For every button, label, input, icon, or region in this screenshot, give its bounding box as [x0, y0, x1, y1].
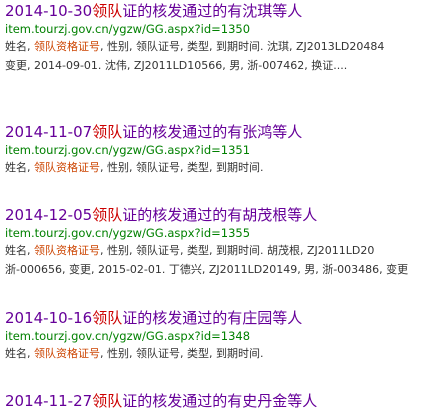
result-title-link[interactable]: 2014-11-27领队证的核发通过的有史丹金等人 [5, 391, 317, 411]
result-snippet: 姓名, 领队资格证号, 性别, 领队证号, 类型, 到期时间. [5, 344, 434, 363]
snippet-highlight: 领队资格证号 [34, 161, 100, 174]
snippet-line: 姓名, 领队资格证号, 性别, 领队证号, 类型, 到期时间. 胡茂根, ZJ2… [5, 241, 434, 260]
snippet-text: 姓名, [5, 40, 34, 53]
snippet-text: 姓名, [5, 244, 34, 257]
search-result: 2014-12-05领队证的核发通过的有胡茂根等人 item.tourzj.go… [5, 205, 434, 279]
result-title-link[interactable]: 2014-12-05领队证的核发通过的有胡茂根等人 [5, 205, 434, 225]
result-title-date[interactable]: 2014-12-05 [5, 206, 92, 224]
snippet-highlight: 领队资格证号 [34, 40, 100, 53]
result-title-link[interactable]: 2014-11-07领队证的核发通过的有张鸿等人 [5, 122, 434, 142]
search-result: 2014-11-27领队证的核发通过的有史丹金等人 [5, 391, 317, 411]
result-title-text[interactable]: 证的核发通过的有庄园等人 [122, 309, 302, 327]
result-title-link[interactable]: 2014-10-16领队证的核发通过的有庄园等人 [5, 308, 434, 328]
snippet-highlight: 领队资格证号 [34, 244, 100, 257]
snippet-highlight: 领队资格证号 [34, 347, 100, 360]
result-url[interactable]: item.tourzj.gov.cn/ygzw/GG.aspx?id=1348 [5, 328, 434, 344]
search-result: 2014-10-30领队证的核发通过的有沈琪等人 item.tourzj.gov… [5, 1, 434, 75]
snippet-line: 变更, 2014-09-01. 沈伟, ZJ2011LD10566, 男, 浙-… [5, 59, 348, 72]
result-url[interactable]: item.tourzj.gov.cn/ygzw/GG.aspx?id=1350 [5, 21, 434, 37]
result-title-link[interactable]: 2014-10-30领队证的核发通过的有沈琪等人 [5, 1, 434, 21]
result-url[interactable]: item.tourzj.gov.cn/ygzw/GG.aspx?id=1355 [5, 225, 434, 241]
snippet-text: 姓名, [5, 347, 34, 360]
snippet-line: 浙-000656, 变更, 2015-02-01. 丁德兴, ZJ2011LD2… [5, 263, 409, 276]
result-title-text[interactable]: 证的核发通过的有张鸿等人 [122, 123, 302, 141]
result-title-highlight[interactable]: 领队 [92, 206, 122, 224]
result-title-date[interactable]: 2014-10-16 [5, 309, 92, 327]
snippet-text: , 性别, 领队证号, 类型, 到期时间. 胡茂根, ZJ2011LD20 [100, 244, 375, 257]
snippet-line: 姓名, 领队资格证号, 性别, 领队证号, 类型, 到期时间. [5, 158, 434, 177]
search-result: 2014-10-16领队证的核发通过的有庄园等人 item.tourzj.gov… [5, 308, 434, 363]
result-title-text[interactable]: 证的核发通过的有沈琪等人 [122, 2, 302, 20]
result-title-date[interactable]: 2014-10-30 [5, 2, 92, 20]
result-title-highlight[interactable]: 领队 [92, 2, 122, 20]
result-title-date[interactable]: 2014-11-27 [5, 392, 92, 410]
result-title-highlight[interactable]: 领队 [92, 392, 122, 410]
result-title-text[interactable]: 证的核发通过的有史丹金等人 [122, 392, 317, 410]
snippet-line: 姓名, 领队资格证号, 性别, 领队证号, 类型, 到期时间. 沈琪, ZJ20… [5, 37, 434, 56]
snippet-text: , 性别, 领队证号, 类型, 到期时间. [100, 347, 264, 360]
snippet-line: 姓名, 领队资格证号, 性别, 领队证号, 类型, 到期时间. [5, 344, 434, 363]
search-result: 2014-11-07领队证的核发通过的有张鸿等人 item.tourzj.gov… [5, 122, 434, 177]
result-snippet: 姓名, 领队资格证号, 性别, 领队证号, 类型, 到期时间. [5, 158, 434, 177]
result-snippet: 姓名, 领队资格证号, 性别, 领队证号, 类型, 到期时间. 沈琪, ZJ20… [5, 37, 434, 75]
result-title-text[interactable]: 证的核发通过的有胡茂根等人 [122, 206, 317, 224]
result-url[interactable]: item.tourzj.gov.cn/ygzw/GG.aspx?id=1351 [5, 142, 434, 158]
snippet-text: 姓名, [5, 161, 34, 174]
result-snippet: 姓名, 领队资格证号, 性别, 领队证号, 类型, 到期时间. 胡茂根, ZJ2… [5, 241, 434, 279]
result-title-date[interactable]: 2014-11-07 [5, 123, 92, 141]
snippet-text: , 性别, 领队证号, 类型, 到期时间. 沈琪, ZJ2013LD20484 [100, 40, 385, 53]
result-title-highlight[interactable]: 领队 [92, 309, 122, 327]
snippet-text: , 性别, 领队证号, 类型, 到期时间. [100, 161, 264, 174]
result-title-highlight[interactable]: 领队 [92, 123, 122, 141]
